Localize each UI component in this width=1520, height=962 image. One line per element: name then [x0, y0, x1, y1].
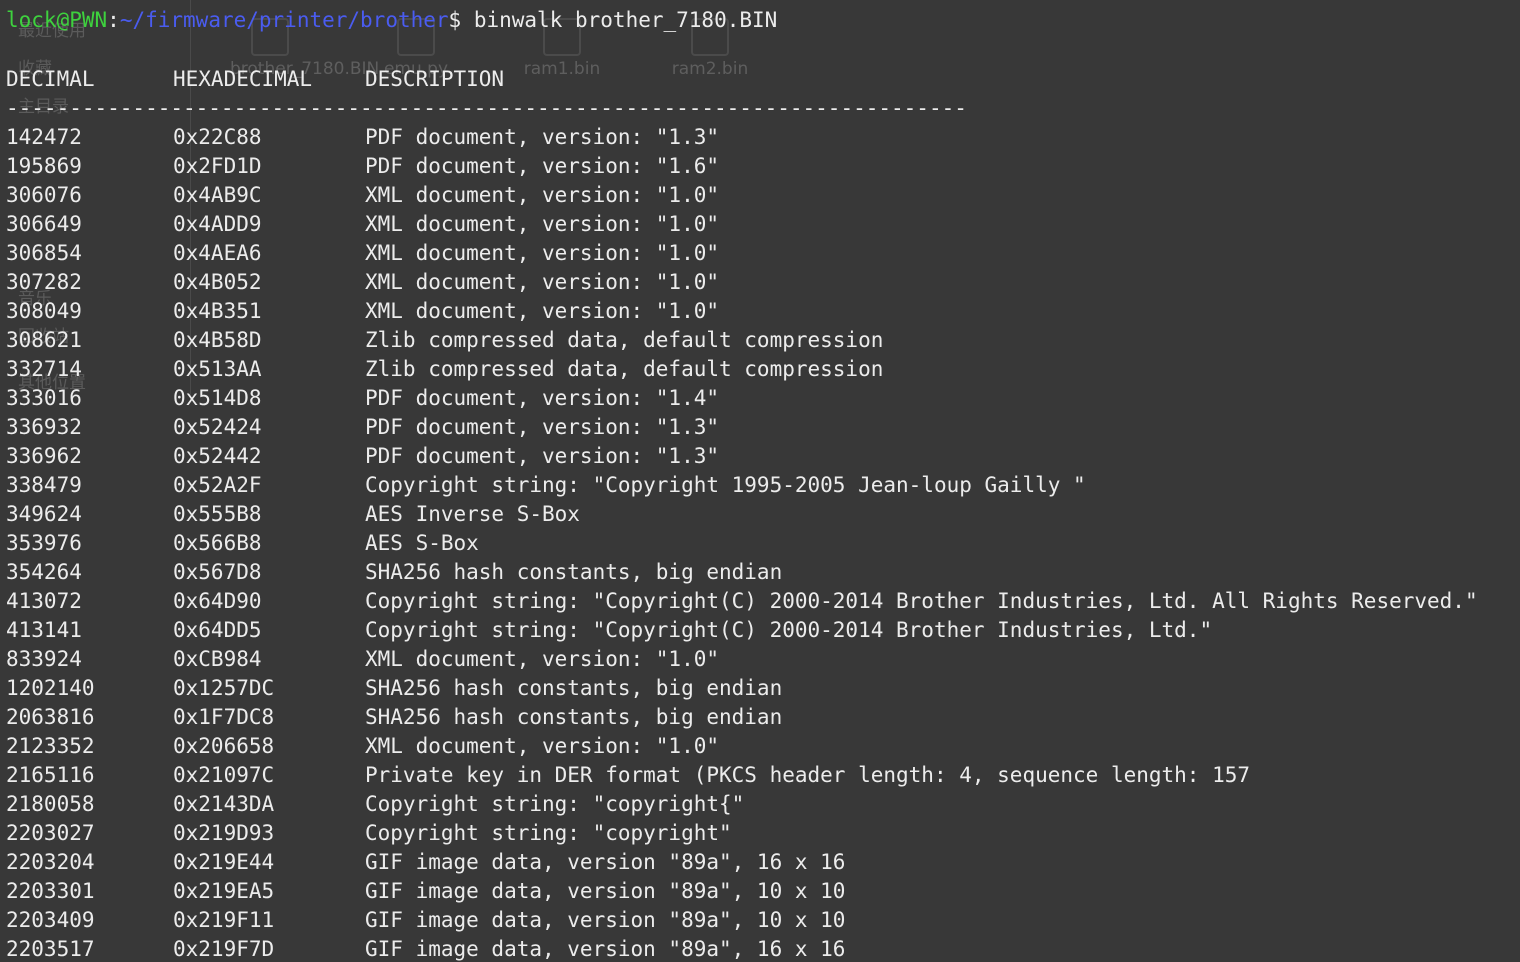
description-cell: SHA256 hash constants, big endian	[365, 705, 783, 729]
hex-cell: 0x2143DA	[173, 792, 275, 816]
hex-cell: 0x64DD5	[173, 618, 262, 642]
hex-cell: 0x4ADD9	[173, 212, 262, 236]
description-cell: Private key in DER format (PKCS header l…	[365, 763, 1251, 787]
decimal-cell: 2063816	[6, 705, 95, 729]
decimal-cell: 306076	[6, 183, 82, 207]
decimal-cell: 142472	[6, 125, 82, 149]
decimal-cell: 1202140	[6, 676, 95, 700]
hex-cell: 0x219F11	[173, 908, 275, 932]
decimal-cell: 353976	[6, 531, 82, 555]
prompt-user-host: lock@PWN	[6, 8, 108, 32]
hex-cell: 0x52424	[173, 415, 262, 439]
decimal-cell: 833924	[6, 647, 82, 671]
hex-cell: 0x64D90	[173, 589, 262, 613]
hex-cell: 0xCB984	[173, 647, 262, 671]
description-cell: SHA256 hash constants, big endian	[365, 676, 783, 700]
description-cell: AES Inverse S-Box	[365, 502, 580, 526]
decimal-cell: 338479	[6, 473, 82, 497]
hex-cell: 0x2FD1D	[173, 154, 262, 178]
description-cell: AES S-Box	[365, 531, 479, 555]
description-cell: GIF image data, version "89a", 10 x 10	[365, 908, 846, 932]
hex-cell: 0x1257DC	[173, 676, 275, 700]
decimal-cell: 308049	[6, 299, 82, 323]
decimal-cell: 2203409	[6, 908, 95, 932]
description-cell: Copyright string: "copyright{"	[365, 792, 745, 816]
hex-cell: 0x22C88	[173, 125, 262, 149]
description-cell: XML document, version: "1.0"	[365, 734, 720, 758]
description-cell: Copyright string: "copyright"	[365, 821, 732, 845]
hex-cell: 0x4B351	[173, 299, 262, 323]
decimal-cell: 2203517	[6, 937, 95, 961]
terminal-window[interactable]: lock@PWN:~/firmware/printer/brother$ bin…	[0, 0, 1520, 962]
command-text: binwalk brother_7180.BIN	[461, 8, 778, 32]
prompt-path: ~/firmware/printer/brother	[119, 8, 449, 32]
header-hexadecimal: HEXADECIMAL	[173, 67, 313, 91]
description-cell: GIF image data, version "89a", 16 x 16	[365, 937, 846, 961]
hex-cell: 0x21097C	[173, 763, 275, 787]
hex-cell: 0x219D93	[173, 821, 275, 845]
decimal-cell: 306649	[6, 212, 82, 236]
description-cell: Copyright string: "Copyright(C) 2000-201…	[365, 618, 1213, 642]
hex-cell: 0x514D8	[173, 386, 262, 410]
description-cell: Zlib compressed data, default compressio…	[365, 328, 884, 352]
description-cell: Zlib compressed data, default compressio…	[365, 357, 884, 381]
decimal-cell: 306854	[6, 241, 82, 265]
description-cell: XML document, version: "1.0"	[365, 183, 720, 207]
header-decimal: DECIMAL	[6, 67, 95, 91]
decimal-cell: 2123352	[6, 734, 95, 758]
decimal-cell: 354264	[6, 560, 82, 584]
decimal-cell: 2180058	[6, 792, 95, 816]
header-separator: ----------------------------------------…	[6, 96, 964, 120]
hex-cell: 0x4AB9C	[173, 183, 262, 207]
hex-cell: 0x4B58D	[173, 328, 262, 352]
hex-cell: 0x566B8	[173, 531, 262, 555]
description-cell: XML document, version: "1.0"	[365, 299, 720, 323]
hex-cell: 0x219EA5	[173, 879, 275, 903]
description-cell: PDF document, version: "1.3"	[365, 125, 720, 149]
decimal-cell: 308621	[6, 328, 82, 352]
decimal-cell: 307282	[6, 270, 82, 294]
decimal-cell: 336932	[6, 415, 82, 439]
hex-cell: 0x4B052	[173, 270, 262, 294]
description-cell: GIF image data, version "89a", 16 x 16	[365, 850, 846, 874]
hex-cell: 0x52442	[173, 444, 262, 468]
description-cell: XML document, version: "1.0"	[365, 270, 720, 294]
hex-cell: 0x219F7D	[173, 937, 275, 961]
decimal-cell: 195869	[6, 154, 82, 178]
decimal-cell: 2165116	[6, 763, 95, 787]
description-cell: PDF document, version: "1.4"	[365, 386, 720, 410]
decimal-cell: 413072	[6, 589, 82, 613]
decimal-cell: 2203027	[6, 821, 95, 845]
description-cell: PDF document, version: "1.3"	[365, 415, 720, 439]
decimal-cell: 2203204	[6, 850, 95, 874]
hex-cell: 0x52A2F	[173, 473, 262, 497]
description-cell: Copyright string: "Copyright 1995-2005 J…	[365, 473, 1086, 497]
decimal-cell: 413141	[6, 618, 82, 642]
description-cell: PDF document, version: "1.6"	[365, 154, 720, 178]
decimal-cell: 333016	[6, 386, 82, 410]
decimal-cell: 349624	[6, 502, 82, 526]
decimal-cell: 2203301	[6, 879, 95, 903]
hex-cell: 0x4AEA6	[173, 241, 262, 265]
prompt-line: lock@PWN:~/firmware/printer/brother$ bin…	[6, 6, 777, 35]
hex-cell: 0x555B8	[173, 502, 262, 526]
description-cell: SHA256 hash constants, big endian	[365, 560, 783, 584]
hex-cell: 0x1F7DC8	[173, 705, 275, 729]
header-description: DESCRIPTION	[365, 67, 505, 91]
decimal-cell: 332714	[6, 357, 82, 381]
description-cell: XML document, version: "1.0"	[365, 212, 720, 236]
hex-cell: 0x513AA	[173, 357, 262, 381]
description-cell: Copyright string: "Copyright(C) 2000-201…	[365, 589, 1478, 613]
description-cell: XML document, version: "1.0"	[365, 647, 720, 671]
decimal-cell: 336962	[6, 444, 82, 468]
hex-cell: 0x567D8	[173, 560, 262, 584]
description-cell: PDF document, version: "1.3"	[365, 444, 720, 468]
description-cell: XML document, version: "1.0"	[365, 241, 720, 265]
table-header: DECIMAL HEXADECIMAL DESCRIPTION	[6, 65, 504, 94]
description-cell: GIF image data, version "89a", 10 x 10	[365, 879, 846, 903]
hex-cell: 0x219E44	[173, 850, 275, 874]
hex-cell: 0x206658	[173, 734, 275, 758]
prompt-symbol: $	[448, 8, 462, 32]
prompt-colon: :	[107, 8, 120, 32]
